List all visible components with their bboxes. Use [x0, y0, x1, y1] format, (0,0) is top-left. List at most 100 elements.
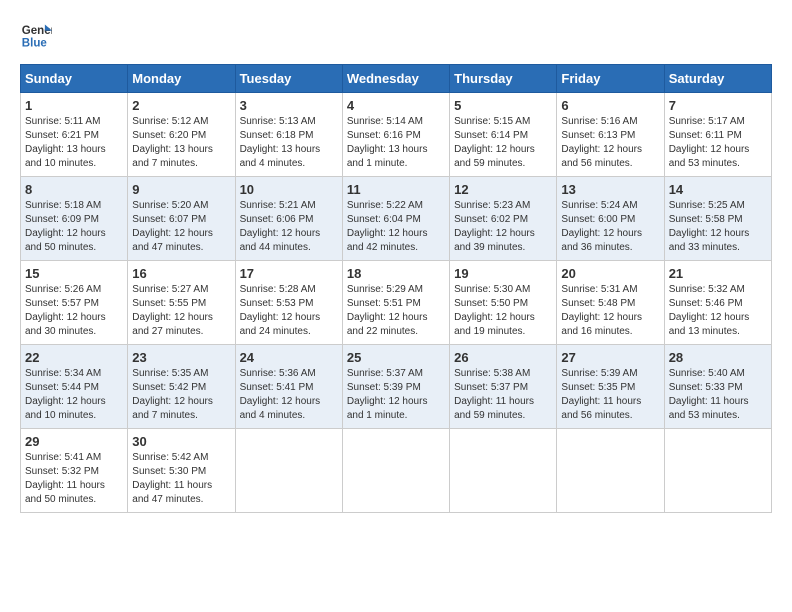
day-number: 8	[25, 182, 123, 197]
day-number: 6	[561, 98, 659, 113]
day-info: Sunrise: 5:28 AM Sunset: 5:53 PM Dayligh…	[240, 283, 338, 339]
day-number: 21	[669, 266, 767, 281]
day-info: Sunrise: 5:41 AM Sunset: 5:32 PM Dayligh…	[25, 451, 123, 507]
col-saturday: Saturday	[664, 65, 771, 93]
day-number: 20	[561, 266, 659, 281]
day-info: Sunrise: 5:13 AM Sunset: 6:18 PM Dayligh…	[240, 115, 338, 171]
table-row: 7 Sunrise: 5:17 AM Sunset: 6:11 PM Daylig…	[664, 93, 771, 177]
col-thursday: Thursday	[450, 65, 557, 93]
day-number: 26	[454, 350, 552, 365]
day-number: 12	[454, 182, 552, 197]
day-number: 15	[25, 266, 123, 281]
day-info: Sunrise: 5:22 AM Sunset: 6:04 PM Dayligh…	[347, 199, 445, 255]
day-info: Sunrise: 5:18 AM Sunset: 6:09 PM Dayligh…	[25, 199, 123, 255]
day-number: 29	[25, 434, 123, 449]
calendar-row: 22 Sunrise: 5:34 AM Sunset: 5:44 PM Dayli…	[21, 345, 772, 429]
day-number: 19	[454, 266, 552, 281]
day-number: 4	[347, 98, 445, 113]
day-info: Sunrise: 5:35 AM Sunset: 5:42 PM Dayligh…	[132, 367, 230, 423]
col-monday: Monday	[128, 65, 235, 93]
day-info: Sunrise: 5:11 AM Sunset: 6:21 PM Dayligh…	[25, 115, 123, 171]
day-number: 14	[669, 182, 767, 197]
table-row: 2 Sunrise: 5:12 AM Sunset: 6:20 PM Daylig…	[128, 93, 235, 177]
day-number: 27	[561, 350, 659, 365]
logo-icon: General Blue	[20, 20, 52, 52]
header-row: Sunday Monday Tuesday Wednesday Thursday…	[21, 65, 772, 93]
table-row: 1 Sunrise: 5:11 AM Sunset: 6:21 PM Daylig…	[21, 93, 128, 177]
day-info: Sunrise: 5:26 AM Sunset: 5:57 PM Dayligh…	[25, 283, 123, 339]
day-info: Sunrise: 5:34 AM Sunset: 5:44 PM Dayligh…	[25, 367, 123, 423]
table-row: 18 Sunrise: 5:29 AM Sunset: 5:51 PM Dayli…	[342, 261, 449, 345]
day-info: Sunrise: 5:40 AM Sunset: 5:33 PM Dayligh…	[669, 367, 767, 423]
table-row: 14Sunrise: 5:25 AM Sunset: 5:58 PM Dayli…	[664, 177, 771, 261]
day-info: Sunrise: 5:21 AM Sunset: 6:06 PM Dayligh…	[240, 199, 338, 255]
table-row: 26 Sunrise: 5:38 AM Sunset: 5:37 PM Dayli…	[450, 345, 557, 429]
table-row: 29 Sunrise: 5:41 AM Sunset: 5:32 PM Dayli…	[21, 429, 128, 513]
day-info: Sunrise: 5:29 AM Sunset: 5:51 PM Dayligh…	[347, 283, 445, 339]
calendar-row: 1 Sunrise: 5:11 AM Sunset: 6:21 PM Daylig…	[21, 93, 772, 177]
day-info: Sunrise: 5:27 AM Sunset: 5:55 PM Dayligh…	[132, 283, 230, 339]
col-tuesday: Tuesday	[235, 65, 342, 93]
day-info: Sunrise: 5:16 AM Sunset: 6:13 PM Dayligh…	[561, 115, 659, 171]
day-info: Sunrise: 5:36 AM Sunset: 5:41 PM Dayligh…	[240, 367, 338, 423]
table-row: 22 Sunrise: 5:34 AM Sunset: 5:44 PM Dayli…	[21, 345, 128, 429]
svg-text:Blue: Blue	[22, 38, 48, 50]
day-number: 18	[347, 266, 445, 281]
table-row: 23 Sunrise: 5:35 AM Sunset: 5:42 PM Dayli…	[128, 345, 235, 429]
day-number: 2	[132, 98, 230, 113]
calendar-row: 15 Sunrise: 5:26 AM Sunset: 5:57 PM Dayli…	[21, 261, 772, 345]
day-info: Sunrise: 5:30 AM Sunset: 5:50 PM Dayligh…	[454, 283, 552, 339]
day-number: 10	[240, 182, 338, 197]
day-number: 24	[240, 350, 338, 365]
table-row	[664, 429, 771, 513]
table-row: 4 Sunrise: 5:14 AM Sunset: 6:16 PM Daylig…	[342, 93, 449, 177]
day-info: Sunrise: 5:32 AM Sunset: 5:46 PM Dayligh…	[669, 283, 767, 339]
day-info: Sunrise: 5:31 AM Sunset: 5:48 PM Dayligh…	[561, 283, 659, 339]
col-wednesday: Wednesday	[342, 65, 449, 93]
day-number: 3	[240, 98, 338, 113]
table-row: 10 Sunrise: 5:21 AM Sunset: 6:06 PM Dayli…	[235, 177, 342, 261]
day-info: Sunrise: 5:12 AM Sunset: 6:20 PM Dayligh…	[132, 115, 230, 171]
table-row: 11Sunrise: 5:22 AM Sunset: 6:04 PM Dayli…	[342, 177, 449, 261]
calendar-row: 8 Sunrise: 5:18 AM Sunset: 6:09 PM Daylig…	[21, 177, 772, 261]
table-row: 3 Sunrise: 5:13 AM Sunset: 6:18 PM Daylig…	[235, 93, 342, 177]
day-info: Sunrise: 5:23 AM Sunset: 6:02 PM Dayligh…	[454, 199, 552, 255]
logo: General Blue	[20, 20, 52, 52]
day-info: Sunrise: 5:24 AM Sunset: 6:00 PM Dayligh…	[561, 199, 659, 255]
table-row: 24 Sunrise: 5:36 AM Sunset: 5:41 PM Dayli…	[235, 345, 342, 429]
table-row: 20 Sunrise: 5:31 AM Sunset: 5:48 PM Dayli…	[557, 261, 664, 345]
day-number: 30	[132, 434, 230, 449]
table-row: 25 Sunrise: 5:37 AM Sunset: 5:39 PM Dayli…	[342, 345, 449, 429]
day-number: 22	[25, 350, 123, 365]
day-info: Sunrise: 5:17 AM Sunset: 6:11 PM Dayligh…	[669, 115, 767, 171]
day-number: 16	[132, 266, 230, 281]
day-info: Sunrise: 5:20 AM Sunset: 6:07 PM Dayligh…	[132, 199, 230, 255]
table-row: 5Sunrise: 5:15 AM Sunset: 6:14 PM Daylig…	[450, 93, 557, 177]
day-info: Sunrise: 5:38 AM Sunset: 5:37 PM Dayligh…	[454, 367, 552, 423]
day-info: Sunrise: 5:37 AM Sunset: 5:39 PM Dayligh…	[347, 367, 445, 423]
day-number: 25	[347, 350, 445, 365]
table-row: 15 Sunrise: 5:26 AM Sunset: 5:57 PM Dayli…	[21, 261, 128, 345]
day-number: 1	[25, 98, 123, 113]
table-row: 12 Sunrise: 5:23 AM Sunset: 6:02 PM Dayli…	[450, 177, 557, 261]
table-row: 8 Sunrise: 5:18 AM Sunset: 6:09 PM Daylig…	[21, 177, 128, 261]
day-number: 23	[132, 350, 230, 365]
table-row	[557, 429, 664, 513]
table-row: 17 Sunrise: 5:28 AM Sunset: 5:53 PM Dayli…	[235, 261, 342, 345]
day-info: Sunrise: 5:14 AM Sunset: 6:16 PM Dayligh…	[347, 115, 445, 171]
table-row	[450, 429, 557, 513]
day-number: 13	[561, 182, 659, 197]
day-number: 17	[240, 266, 338, 281]
table-row: 16 Sunrise: 5:27 AM Sunset: 5:55 PM Dayli…	[128, 261, 235, 345]
day-number: 28	[669, 350, 767, 365]
day-info: Sunrise: 5:15 AM Sunset: 6:14 PM Dayligh…	[454, 115, 552, 171]
table-row: 21 Sunrise: 5:32 AM Sunset: 5:46 PM Dayli…	[664, 261, 771, 345]
day-info: Sunrise: 5:42 AM Sunset: 5:30 PM Dayligh…	[132, 451, 230, 507]
day-info: Sunrise: 5:39 AM Sunset: 5:35 PM Dayligh…	[561, 367, 659, 423]
table-row	[342, 429, 449, 513]
col-friday: Friday	[557, 65, 664, 93]
table-row: 9Sunrise: 5:20 AM Sunset: 6:07 PM Daylig…	[128, 177, 235, 261]
table-row: 28 Sunrise: 5:40 AM Sunset: 5:33 PM Dayli…	[664, 345, 771, 429]
table-row: 30 Sunrise: 5:42 AM Sunset: 5:30 PM Dayli…	[128, 429, 235, 513]
day-number: 7	[669, 98, 767, 113]
